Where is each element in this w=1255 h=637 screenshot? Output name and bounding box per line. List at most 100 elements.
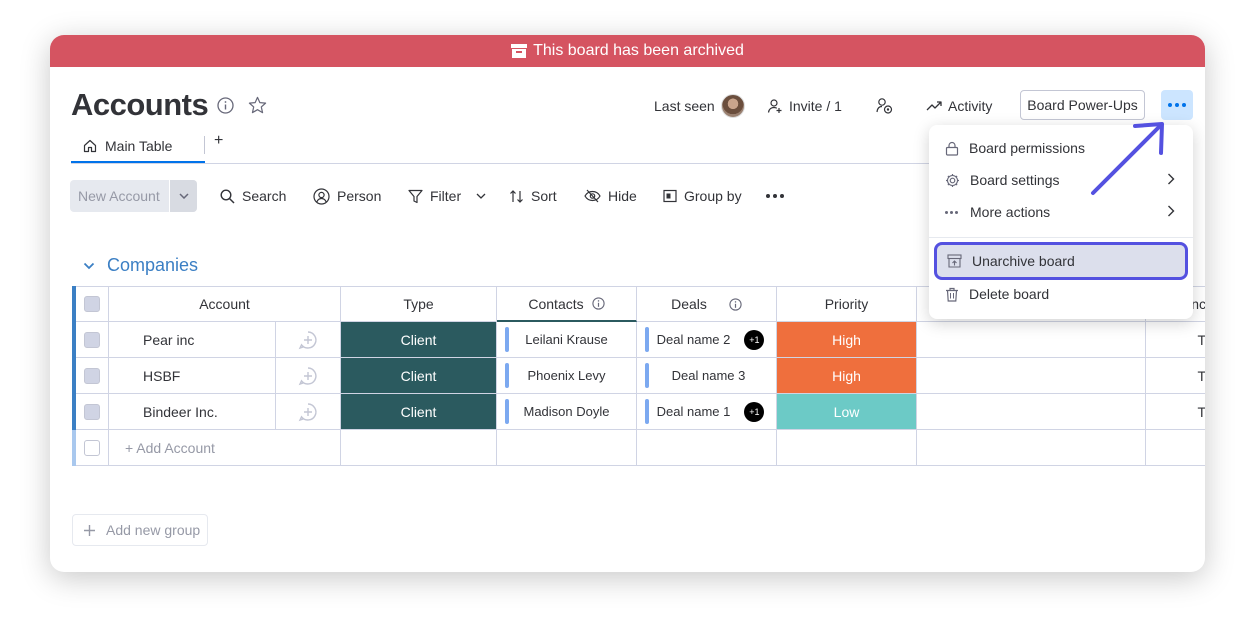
person-filter-button[interactable]: Person [313, 185, 381, 207]
more-deals-badge[interactable]: +1 [744, 401, 765, 422]
home-icon [83, 139, 97, 153]
archive-icon [511, 44, 528, 58]
cut-cell[interactable]: T [1146, 358, 1205, 394]
group-by-button[interactable]: Group by [663, 185, 742, 207]
group-title[interactable]: Companies [107, 255, 198, 276]
activity-button[interactable]: Activity [926, 95, 992, 117]
checkbox [84, 439, 100, 456]
add-new-group-button[interactable]: Add new group [72, 514, 208, 546]
tab-divider [204, 136, 205, 154]
empty-cell[interactable] [917, 322, 1146, 358]
menu-item-unarchive-board[interactable]: Unarchive board [934, 242, 1188, 280]
column-header-account[interactable]: Account [109, 286, 341, 322]
contact-cell[interactable]: Phoenix Levy [497, 358, 637, 394]
sort-icon [510, 189, 523, 203]
new-item-button[interactable]: New Account [70, 180, 197, 212]
tab-underline [71, 163, 941, 164]
priority-cell[interactable]: Low [777, 394, 917, 430]
add-view-button[interactable]: + [214, 132, 223, 150]
cut-cell[interactable]: T [1146, 394, 1205, 430]
plus-icon [84, 524, 95, 536]
checkbox[interactable] [84, 296, 100, 312]
group-header[interactable]: Companies [83, 255, 198, 276]
row-select-cell[interactable] [76, 394, 109, 430]
type-cell[interactable]: Client [341, 358, 497, 394]
account-cell[interactable]: Pear inc [109, 322, 276, 358]
deal-cell[interactable]: Deal name 2 +1 [637, 322, 777, 358]
info-icon[interactable] [729, 297, 742, 311]
invite-label: Invite / 1 [789, 98, 842, 114]
add-person-icon [767, 99, 782, 113]
toolbar-more-button[interactable] [766, 185, 784, 207]
annotation-arrow-icon [1091, 122, 1164, 195]
group-by-icon [663, 189, 677, 203]
tab-main-table[interactable]: Main Table [71, 131, 205, 163]
chevron-down-icon[interactable] [83, 262, 95, 270]
column-label: Contacts [528, 295, 584, 312]
row-select-cell[interactable] [76, 322, 109, 358]
item-chip [505, 327, 509, 352]
item-chip [505, 399, 509, 424]
menu-item-delete-board[interactable]: Delete board [935, 279, 1187, 309]
priority-cell[interactable]: High [777, 322, 917, 358]
deal-name[interactable]: Deal name 2 [657, 332, 731, 347]
add-update-button[interactable] [276, 358, 341, 394]
hide-button[interactable]: Hide [584, 185, 637, 207]
invite-button[interactable]: Invite / 1 [767, 95, 842, 117]
checkbox[interactable] [84, 331, 100, 348]
board-power-ups-button[interactable]: Board Power-Ups [1020, 90, 1145, 120]
contact-name[interactable]: Leilani Krause [525, 332, 607, 347]
column-header-priority[interactable]: Priority [777, 286, 917, 322]
chevron-down-icon[interactable] [476, 193, 486, 199]
filter-label: Filter [430, 188, 462, 204]
deal-name[interactable]: Deal name 1 [657, 404, 731, 419]
column-header-contacts[interactable]: Contacts [497, 286, 637, 322]
column-header-type[interactable]: Type [341, 286, 497, 322]
select-all-cell[interactable] [76, 286, 109, 322]
item-chip [505, 363, 509, 388]
row-select-cell[interactable] [76, 358, 109, 394]
lock-icon [945, 141, 959, 156]
integrations-icon[interactable] [874, 95, 896, 117]
board-window: This board has been archived Accounts La… [50, 35, 1205, 572]
column-header-deals[interactable]: Deals [637, 286, 777, 322]
empty-cell [917, 430, 1146, 466]
deal-cell[interactable]: Deal name 3 [637, 358, 777, 394]
contact-cell[interactable]: Leilani Krause [497, 322, 637, 358]
priority-cell[interactable]: High [777, 358, 917, 394]
checkbox[interactable] [84, 367, 100, 384]
add-account-input[interactable]: + Add Account [109, 430, 341, 466]
empty-cell[interactable] [917, 358, 1146, 394]
type-cell[interactable]: Client [341, 322, 497, 358]
checkbox[interactable] [84, 403, 100, 420]
add-comment-icon [298, 366, 317, 385]
last-seen[interactable]: Last seen [654, 94, 745, 118]
contact-cell[interactable]: Madison Doyle [497, 394, 637, 430]
unarchive-icon [947, 254, 962, 268]
more-deals-badge[interactable]: +1 [744, 329, 765, 350]
account-cell[interactable]: Bindeer Inc. [109, 394, 276, 430]
sort-button[interactable]: Sort [509, 185, 557, 207]
contact-name[interactable]: Madison Doyle [524, 404, 610, 419]
menu-item-more-actions[interactable]: More actions [935, 197, 1187, 227]
item-chip [645, 399, 649, 424]
search-button[interactable]: Search [220, 185, 286, 207]
info-icon[interactable] [215, 95, 235, 115]
add-update-button[interactable] [276, 322, 341, 358]
contact-name[interactable]: Phoenix Levy [527, 368, 605, 383]
add-update-button[interactable] [276, 394, 341, 430]
info-icon[interactable] [591, 297, 605, 310]
type-cell[interactable]: Client [341, 394, 497, 430]
account-cell[interactable]: HSBF [109, 358, 276, 394]
empty-cell[interactable] [917, 394, 1146, 430]
chevron-down-icon[interactable] [169, 180, 197, 212]
board-more-button[interactable] [1161, 90, 1193, 120]
filter-button[interactable]: Filter [408, 185, 486, 207]
deal-cell[interactable]: Deal name 1 +1 [637, 394, 777, 430]
deal-name[interactable]: Deal name 3 [672, 368, 746, 383]
menu-item-label: More actions [970, 204, 1051, 220]
star-icon[interactable] [246, 94, 268, 116]
item-chip [645, 327, 649, 352]
eye-off-icon [584, 189, 601, 203]
cut-cell[interactable]: T [1146, 322, 1205, 358]
